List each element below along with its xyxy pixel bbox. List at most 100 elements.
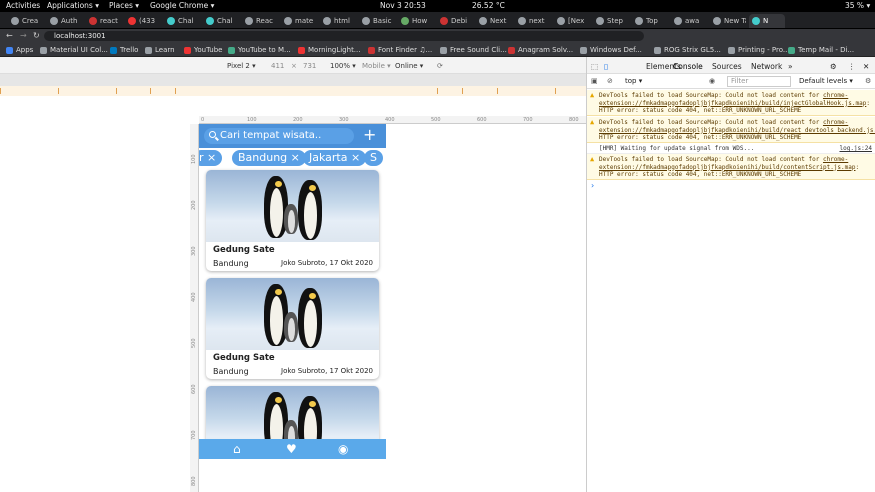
device-select[interactable]: Pixel 2 ▾ xyxy=(227,62,256,70)
bookmark-item[interactable]: Free Sound Cli... xyxy=(440,45,507,55)
context-select[interactable]: top ▾ xyxy=(625,77,642,85)
account-icon[interactable]: ◉ xyxy=(338,442,348,456)
inspect-icon[interactable]: ⬚ xyxy=(591,62,598,71)
bookmark-label: Windows Def... xyxy=(590,46,642,54)
browser-tab[interactable]: Reac xyxy=(242,14,278,28)
chip-bandung[interactable]: Bandung × xyxy=(232,150,306,166)
browser-tab[interactable]: react xyxy=(86,14,122,28)
bookmark-label: Free Sound Cli... xyxy=(450,46,507,54)
applications-menu[interactable]: Applications ▾ xyxy=(47,1,99,10)
device-height[interactable]: 731 xyxy=(303,62,316,70)
console-settings-icon[interactable]: ⚙ xyxy=(865,77,871,85)
activities-button[interactable]: Activities xyxy=(6,1,40,10)
bookmark-item[interactable]: Font Finder ♫... xyxy=(368,45,432,55)
settings-icon[interactable]: ⚙ xyxy=(830,62,837,71)
browser-tab[interactable]: next xyxy=(515,14,551,28)
places-menu[interactable]: Places ▾ xyxy=(109,1,139,10)
bookmark-item[interactable]: Trello xyxy=(110,45,138,55)
dimension-x: × xyxy=(291,62,297,70)
address-bar[interactable]: localhost:3001 xyxy=(44,31,644,41)
browser-tab[interactable]: New Tal xyxy=(710,14,746,28)
back-icon[interactable]: ← xyxy=(6,31,13,40)
browser-tab[interactable]: Debi xyxy=(437,14,473,28)
browser-tab[interactable]: html xyxy=(320,14,356,28)
chip-list[interactable]: r × Bandung × Jakarta × S xyxy=(199,149,386,167)
bookmark-item[interactable]: ROG Strix GL5... xyxy=(654,45,721,55)
bookmark-item[interactable]: Windows Def... xyxy=(580,45,642,55)
browser-tab[interactable]: How xyxy=(398,14,434,28)
chip-next[interactable]: S xyxy=(364,150,383,166)
bookmark-icon xyxy=(654,47,661,54)
kebab-menu-icon[interactable]: ⋮ xyxy=(848,62,856,71)
media-query-bar xyxy=(0,74,586,86)
browser-tab[interactable]: N xyxy=(749,14,785,28)
browser-tab[interactable]: [Nex xyxy=(554,14,590,28)
place-card[interactable]: Gedung Sate Bandung Joko Subroto, 17 Okt… xyxy=(206,170,379,271)
bookmark-icon xyxy=(298,47,305,54)
bookmark-item[interactable]: YouTube xyxy=(184,45,222,55)
filter-input[interactable]: Filter xyxy=(727,76,791,87)
tab-network[interactable]: Network xyxy=(751,62,782,71)
bookmark-item[interactable]: Material UI Col... xyxy=(40,45,108,55)
tab-favicon-icon xyxy=(401,17,409,25)
tab-favicon-icon xyxy=(635,17,643,25)
zoom-select[interactable]: 100% ▾ xyxy=(330,62,356,70)
place-card[interactable]: Gedung Sate Bandung Joko Subroto, 17 Okt… xyxy=(206,278,379,379)
bookmark-item[interactable]: Anagram Solv... xyxy=(508,45,573,55)
add-button[interactable]: + xyxy=(363,126,376,144)
bookmark-item[interactable]: Learn xyxy=(145,45,175,55)
ruler-label: 500 xyxy=(431,117,441,123)
more-tabs[interactable]: » xyxy=(788,62,793,71)
browser-tab[interactable]: Auth xyxy=(47,14,83,28)
clear-console-icon[interactable]: ⊘ xyxy=(607,77,613,85)
eye-icon[interactable]: ◉ xyxy=(709,77,715,85)
levels-select[interactable]: Default levels ▾ xyxy=(799,77,853,85)
bookmark-label: Trello xyxy=(120,46,139,54)
bookmark-item[interactable]: Printing - Pro... xyxy=(728,45,790,55)
browser-tab[interactable]: (433 xyxy=(125,14,161,28)
forward-icon[interactable]: → xyxy=(20,31,27,40)
console-prompt-icon[interactable]: › xyxy=(591,181,594,190)
tab-favicon-icon xyxy=(752,17,760,25)
network-select[interactable]: Online ▾ xyxy=(395,62,423,70)
mode-select[interactable]: Mobile ▾ xyxy=(362,62,391,70)
bookmark-item[interactable]: YouTube to M... xyxy=(228,45,291,55)
battery[interactable]: 35 % ▾ xyxy=(845,1,870,10)
reload-icon[interactable]: ↻ xyxy=(33,31,40,40)
phone-viewport: Cari tempat wisata.. + r × Bandung × Jak… xyxy=(199,124,386,459)
bookmark-item[interactable]: Apps xyxy=(6,45,33,55)
browser-tab[interactable]: Step xyxy=(593,14,629,28)
browser-tab[interactable]: Next xyxy=(476,14,512,28)
device-width[interactable]: 411 xyxy=(271,62,284,70)
tab-sources[interactable]: Sources xyxy=(712,62,742,71)
device-toggle-icon[interactable]: ▯ xyxy=(604,62,608,71)
tab-favicon-icon xyxy=(323,17,331,25)
home-icon[interactable]: ⌂ xyxy=(233,442,241,456)
browser-tab[interactable]: Top xyxy=(632,14,668,28)
bookmark-item[interactable]: MorningLight... xyxy=(298,45,360,55)
sidebar-toggle-icon[interactable]: ▣ xyxy=(591,77,598,85)
weather[interactable]: 26.52 °C xyxy=(472,1,505,10)
bookmark-item[interactable]: Temp Mail - Di... xyxy=(788,45,854,55)
bookmark-icon xyxy=(6,47,13,54)
tab-label: Next xyxy=(490,17,507,25)
close-devtools-icon[interactable]: ✕ xyxy=(863,62,869,71)
browser-tab[interactable]: Chal xyxy=(203,14,239,28)
heart-icon[interactable]: ♥ xyxy=(286,442,297,456)
chip-partial[interactable]: r × xyxy=(199,150,223,166)
source-link[interactable]: log.js:24 xyxy=(839,145,872,153)
clock[interactable]: Nov 3 20:53 xyxy=(380,1,426,10)
app-menu[interactable]: Google Chrome ▾ xyxy=(150,1,214,10)
chip-jakarta[interactable]: Jakarta × xyxy=(303,150,367,166)
search-input[interactable]: Cari tempat wisata.. xyxy=(204,128,354,144)
bookmark-label: ROG Strix GL5... xyxy=(664,46,721,54)
rotate-icon[interactable]: ⟳ xyxy=(437,62,443,70)
browser-tab[interactable]: awa xyxy=(671,14,707,28)
browser-tab[interactable]: Crea xyxy=(8,14,44,28)
ruler-label: 700 xyxy=(191,430,197,440)
browser-tab[interactable]: Basic xyxy=(359,14,395,28)
ruler-label: 200 xyxy=(293,117,303,123)
bookmark-icon xyxy=(788,47,795,54)
browser-tab[interactable]: Chal xyxy=(164,14,200,28)
browser-tab[interactable]: mate xyxy=(281,14,317,28)
